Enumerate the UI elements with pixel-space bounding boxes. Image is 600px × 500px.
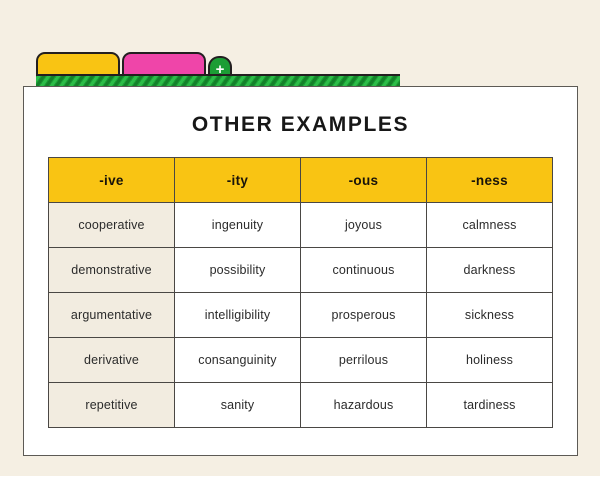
table-cell: prosperous (300, 292, 427, 338)
table-cell: sickness (426, 292, 553, 338)
table-cell: calmness (426, 202, 553, 248)
table-cell: cooperative (48, 202, 175, 248)
table-cell: continuous (300, 247, 427, 293)
column-header-ive: -ive (48, 157, 175, 203)
table-cell: demonstrative (48, 247, 175, 293)
table-cell: ingenuity (174, 202, 301, 248)
content-card: OTHER EXAMPLES -ive -ity -ous -ness coop… (23, 86, 578, 456)
table-row: demonstrative possibility continuous dar… (48, 247, 553, 293)
table-cell: repetitive (48, 382, 175, 428)
table-cell: perrilous (300, 337, 427, 383)
table-cell: intelligibility (174, 292, 301, 338)
table-cell: hazardous (300, 382, 427, 428)
column-header-ous: -ous (300, 157, 427, 203)
suffix-examples-table: -ive -ity -ous -ness cooperative ingenui… (48, 157, 553, 428)
table-row: argumentative intelligibility prosperous… (48, 292, 553, 338)
table-header-row: -ive -ity -ous -ness (48, 157, 553, 203)
table-row: repetitive sanity hazardous tardiness (48, 382, 553, 428)
table-cell: possibility (174, 247, 301, 293)
table-row: cooperative ingenuity joyous calmness (48, 202, 553, 248)
table-cell: joyous (300, 202, 427, 248)
table-cell: derivative (48, 337, 175, 383)
table-row: derivative consanguinity perrilous holin… (48, 337, 553, 383)
table-cell: darkness (426, 247, 553, 293)
column-header-ity: -ity (174, 157, 301, 203)
screenshot-root: + OTHER EXAMPLES -ive -ity -ous -ness co… (0, 0, 600, 500)
table-cell: tardiness (426, 382, 553, 428)
table-cell: sanity (174, 382, 301, 428)
column-header-ness: -ness (426, 157, 553, 203)
table-cell: consanguinity (174, 337, 301, 383)
table-cell: holiness (426, 337, 553, 383)
table-container: -ive -ity -ous -ness cooperative ingenui… (48, 157, 553, 428)
table-cell: argumentative (48, 292, 175, 338)
page-title: OTHER EXAMPLES (191, 113, 410, 136)
